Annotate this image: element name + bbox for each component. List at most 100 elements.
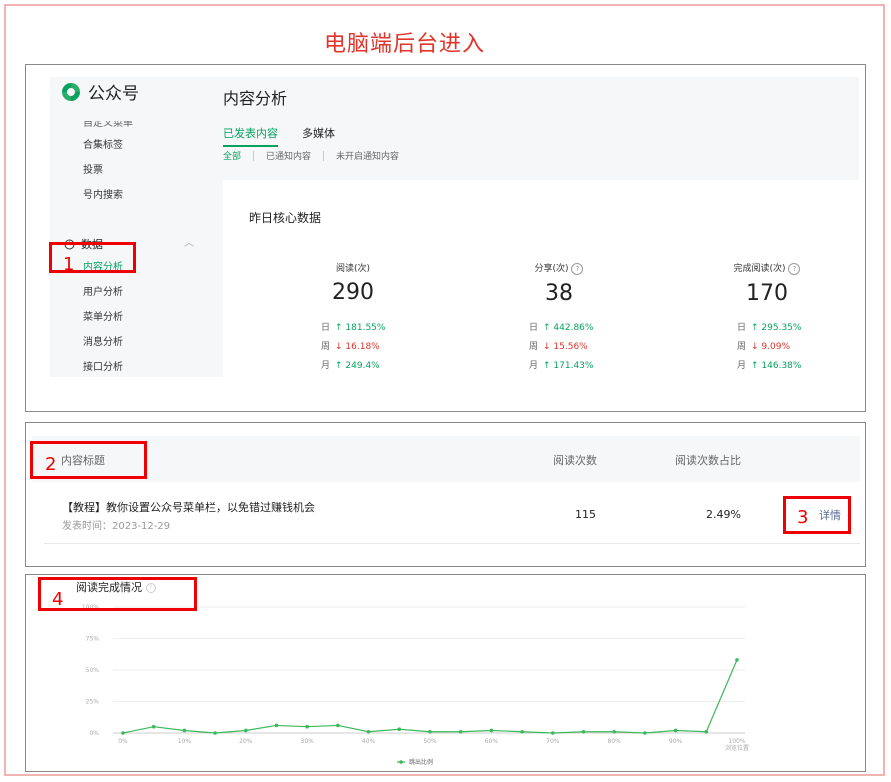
change-value: 295.35%	[761, 323, 802, 333]
metric-changes: 日 ↑ 442.86% 周 ↓ 15.56% 月 ↑ 171.43%	[529, 319, 593, 376]
arrow-down-icon: ↓	[751, 342, 759, 352]
arrow-up-icon: ↑	[543, 323, 551, 333]
period-label: 月	[737, 361, 747, 371]
x-tick-label: 0%	[118, 738, 128, 745]
data-point	[336, 723, 340, 728]
period-label: 日	[529, 323, 539, 333]
tab-published[interactable]: 已发表内容	[223, 125, 278, 147]
sidebar-item-user-analysis[interactable]: 用户分析	[83, 283, 123, 298]
marker-4: 4	[52, 589, 64, 610]
sidebar-item-menu-analysis[interactable]: 菜单分析	[83, 308, 123, 323]
sidebar-item-collection-tags[interactable]: 合集标签	[83, 136, 123, 151]
data-point	[612, 729, 616, 734]
tab-multimedia[interactable]: 多媒体	[302, 125, 335, 147]
sidebar-item-api-analysis[interactable]: 接口分析	[83, 358, 123, 373]
core-data-card: 昨日核心数据 阅读(次) 290 日 ↑ 181.55% 周 ↓ 16.18% 月 ↑…	[223, 185, 859, 385]
data-point	[489, 728, 494, 733]
data-point	[151, 724, 156, 729]
data-point	[182, 728, 187, 733]
y-tick-label: 50%	[86, 667, 100, 674]
help-icon[interactable]: ?	[788, 262, 801, 275]
sidebar-item-custom-menu[interactable]: 自定义菜单	[83, 121, 133, 129]
metric-value: 290	[332, 280, 374, 305]
y-tick-label: 0%	[89, 730, 99, 737]
data-point	[735, 658, 739, 662]
x-tick-label: 80%	[608, 738, 622, 745]
period-label: 月	[321, 361, 331, 371]
change-value: 442.86%	[553, 323, 594, 333]
x-tick-label: 20%	[239, 738, 253, 745]
subtab-notified[interactable]: 已通知内容	[266, 149, 311, 162]
change-value: 181.55%	[345, 323, 386, 333]
metric-changes: 日 ↑ 181.55% 周 ↓ 16.18% 月 ↑ 249.4%	[321, 319, 385, 376]
period-label: 日	[321, 323, 331, 333]
change-value: 249.4%	[345, 361, 380, 371]
marker-3: 3	[797, 507, 809, 528]
x-tick-label: 50%	[423, 738, 437, 745]
column-ratio: 阅读次数占比	[675, 454, 741, 467]
arrow-down-icon: ↓	[335, 342, 343, 352]
logo[interactable]: 公众号	[60, 79, 139, 104]
table-header: 内容标题 阅读次数 阅读次数占比	[32, 436, 860, 482]
data-point	[520, 729, 524, 734]
help-icon[interactable]: ?	[571, 262, 584, 275]
table-row: 【教程】教你设置公众号菜单栏，以免错过赚钱机会 发表时间：2023-12-29 …	[44, 485, 860, 544]
metric-shares: 分享(次) ? 38 日 ↑ 442.86% 周 ↓ 15.56% 月 ↑ 171.4…	[469, 261, 649, 371]
data-point	[244, 728, 248, 733]
x-tick-label: 100%	[728, 738, 745, 745]
divider	[253, 150, 255, 161]
article-table-panel: 内容标题 阅读次数 阅读次数占比 【教程】教你设置公众号菜单栏，以免错过赚钱机会…	[25, 422, 866, 567]
article-reads: 115	[575, 508, 596, 521]
legend-label: 跳出比例	[409, 758, 433, 766]
metric-label: 完成阅读(次) ?	[677, 261, 857, 275]
period-label: 周	[529, 342, 539, 352]
arrow-up-icon: ↑	[335, 361, 343, 371]
highlight-box-3	[783, 496, 851, 534]
x-tick-label: 40%	[362, 738, 376, 745]
completion-chart-panel: 阅读完成情况 ? 0% 25% 50% 75% 100% 0% 10% 20% 30% 40% 50…	[25, 574, 866, 772]
data-point	[458, 729, 463, 734]
data-point	[428, 729, 432, 734]
period-label: 日	[737, 323, 747, 333]
data-point	[305, 724, 310, 729]
period-label: 月	[529, 361, 539, 371]
y-tick-label: 25%	[86, 699, 100, 706]
x-tick-label: 60%	[485, 738, 499, 745]
change-value: 16.18%	[345, 342, 380, 352]
metric-changes: 日 ↑ 295.35% 周 ↓ 9.09% 月 ↑ 146.38%	[737, 319, 801, 376]
metric-completed-reads: 完成阅读(次) ? 170 日 ↑ 295.35% 周 ↓ 9.09% 月 ↑ 146…	[677, 261, 857, 371]
sidebar-item-search[interactable]: 号内搜索	[83, 186, 123, 201]
data-point	[673, 728, 678, 733]
column-reads: 阅读次数	[553, 454, 597, 467]
page-title: 内容分析	[223, 89, 288, 108]
change-value: 15.56%	[553, 342, 588, 352]
data-point	[551, 731, 555, 735]
change-value: 146.38%	[761, 361, 802, 371]
subtab-all[interactable]: 全部	[223, 149, 241, 162]
data-point	[704, 729, 709, 734]
content-analysis-panel: 公众号 自定义菜单 合集标签 投票 号内搜索 数据 ︿ 内容分析 用户分析 菜单…	[25, 64, 866, 412]
data-point	[643, 731, 647, 735]
metric-reads: 阅读(次) 290 日 ↑ 181.55% 周 ↓ 16.18% 月 ↑ 249.4%	[263, 261, 443, 371]
arrow-up-icon: ↑	[751, 323, 759, 333]
subtab-not-notified[interactable]: 未开启通知内容	[336, 149, 399, 162]
arrow-up-icon: ↑	[751, 361, 759, 371]
x-tick-label: 90%	[669, 738, 683, 745]
tab-bar: 已发表内容 多媒体	[223, 125, 335, 147]
data-point	[121, 731, 125, 735]
chevron-up-icon[interactable]: ︿	[184, 234, 194, 249]
content-header: 内容分析 已发表内容 多媒体 全部 已通知内容 未开启通知内容	[223, 77, 859, 180]
y-tick-label: 75%	[86, 636, 100, 643]
legend-marker	[399, 760, 403, 764]
sidebar-item-message-analysis[interactable]: 消息分析	[83, 333, 123, 348]
arrow-up-icon: ↑	[543, 361, 551, 371]
period-label: 周	[321, 342, 331, 352]
data-point	[397, 727, 402, 732]
data-point	[274, 723, 279, 728]
data-point	[213, 731, 217, 735]
article-title[interactable]: 【教程】教你设置公众号菜单栏，以免错过赚钱机会	[62, 499, 315, 515]
sidebar-item-vote[interactable]: 投票	[83, 161, 103, 176]
metric-label: 阅读(次)	[335, 264, 371, 274]
page-heading: 电脑端后台进入	[324, 32, 486, 57]
sidebar: 公众号 自定义菜单 合集标签 投票 号内搜索 数据 ︿ 内容分析 用户分析 菜单…	[50, 77, 223, 377]
